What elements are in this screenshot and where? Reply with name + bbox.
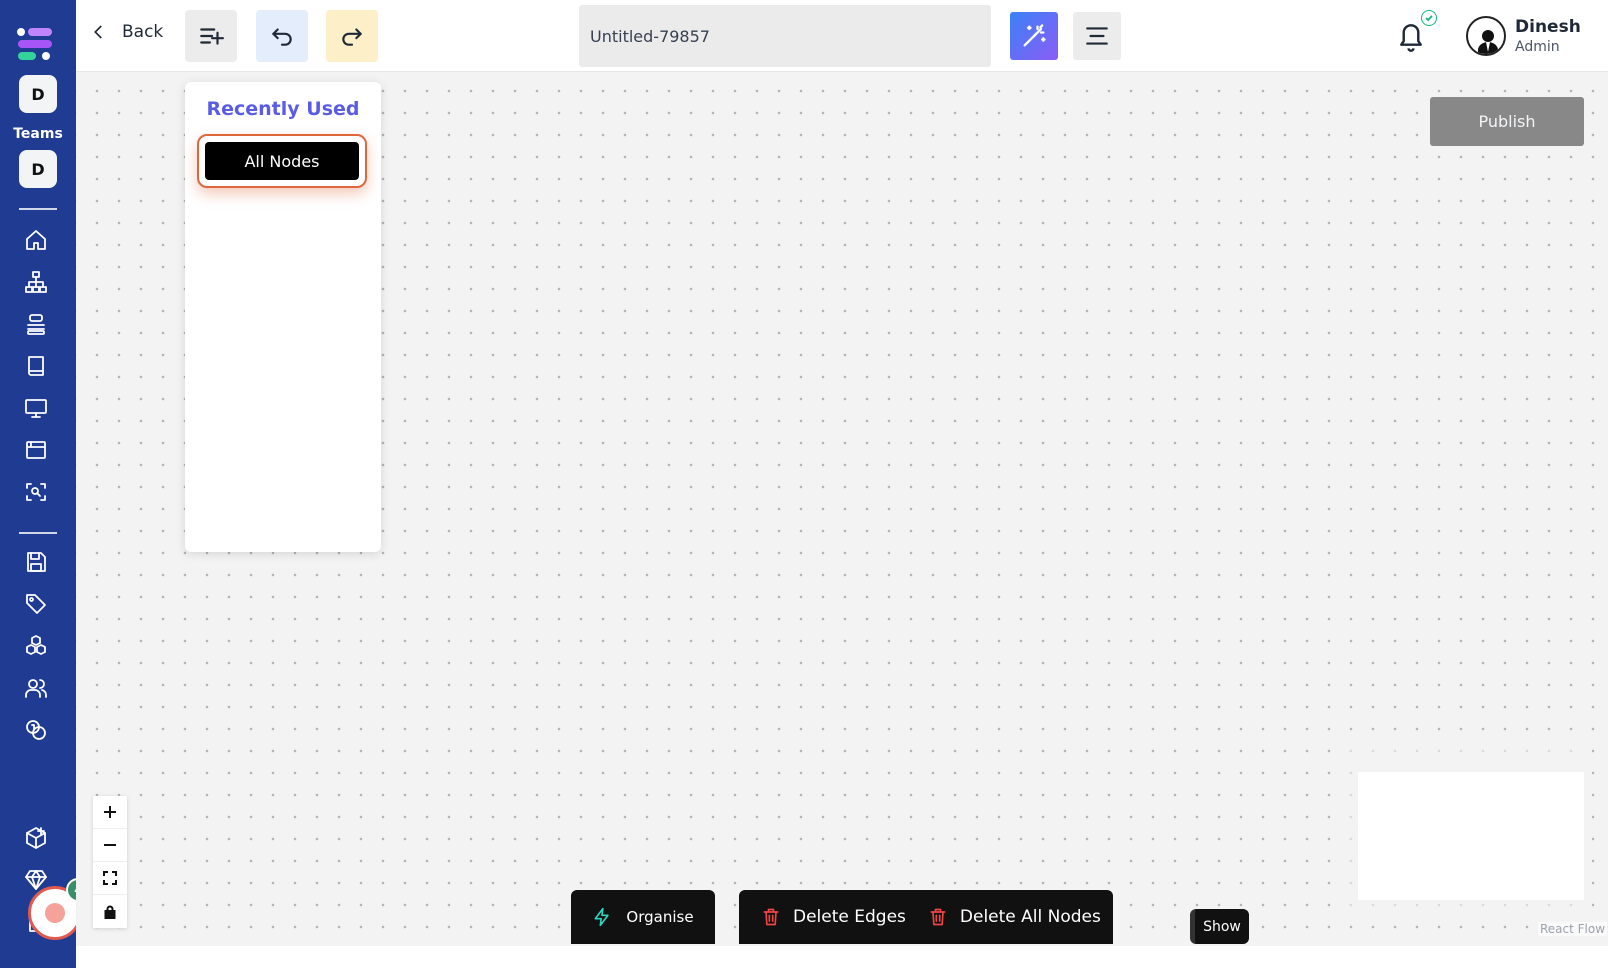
undo-icon xyxy=(272,28,292,46)
plus-icon xyxy=(104,806,116,818)
minimap[interactable] xyxy=(1358,772,1584,900)
redo-icon xyxy=(342,28,362,46)
node-picker-panel: Recently Used All Nodes xyxy=(185,82,381,552)
scan-search-icon[interactable] xyxy=(22,478,50,506)
publish-button[interactable]: Publish xyxy=(1430,97,1584,146)
undo-button[interactable] xyxy=(256,10,308,62)
back-label: Back xyxy=(122,22,164,42)
minus-icon xyxy=(104,844,116,846)
delete-edges-label: Delete Edges xyxy=(793,907,906,927)
notifications-button[interactable] xyxy=(1396,18,1426,54)
sitemap-icon[interactable] xyxy=(22,268,50,296)
user-silhouette-icon xyxy=(1478,30,1498,54)
home-icon[interactable] xyxy=(22,226,50,254)
delete-all-nodes-button[interactable]: Delete All Nodes xyxy=(928,907,1101,927)
bottom-strip xyxy=(76,946,1608,968)
tag-icon[interactable] xyxy=(22,590,50,618)
record-dot-icon xyxy=(45,903,65,923)
organise-button[interactable]: Organise xyxy=(571,890,715,944)
sidebar-divider xyxy=(19,208,57,210)
chevron-left-icon xyxy=(94,25,102,39)
zoom-in-button[interactable] xyxy=(93,796,127,829)
add-node-button[interactable] xyxy=(185,10,237,62)
ai-magic-button[interactable] xyxy=(1010,12,1058,60)
all-nodes-highlight: All Nodes xyxy=(197,134,367,188)
lightning-icon xyxy=(594,907,610,927)
zoom-out-button[interactable] xyxy=(93,829,127,862)
book-icon[interactable] xyxy=(22,352,50,380)
save-icon[interactable] xyxy=(22,548,50,576)
redo-button[interactable] xyxy=(326,10,378,62)
app-logo-icon[interactable] xyxy=(16,26,54,62)
users-icon[interactable] xyxy=(22,674,50,702)
avatar[interactable] xyxy=(1466,16,1506,56)
delete-actions: Delete Edges Delete All Nodes xyxy=(739,890,1113,944)
panel-title: Recently Used xyxy=(206,98,360,120)
workflow-title-input[interactable] xyxy=(579,5,991,67)
delete-edges-button[interactable]: Delete Edges xyxy=(761,907,906,927)
browser-icon[interactable] xyxy=(22,436,50,464)
stack-icon[interactable] xyxy=(22,310,50,338)
coins-icon[interactable] xyxy=(22,716,50,744)
zoom-controls xyxy=(93,796,127,928)
organise-label: Organise xyxy=(626,908,694,926)
align-center-icon xyxy=(1086,27,1108,45)
monitor-icon[interactable] xyxy=(22,394,50,422)
package-add-icon[interactable] xyxy=(22,824,50,852)
teams-label: Teams xyxy=(13,126,63,142)
fit-view-button[interactable] xyxy=(93,862,127,895)
fullscreen-icon xyxy=(103,871,117,885)
align-menu-button[interactable] xyxy=(1073,12,1121,60)
bell-icon xyxy=(1400,24,1422,52)
all-nodes-button[interactable]: All Nodes xyxy=(205,142,359,180)
delete-all-nodes-label: Delete All Nodes xyxy=(959,907,1101,927)
sidebar-divider xyxy=(19,532,57,534)
user-role: Admin xyxy=(1515,39,1560,55)
trash-icon xyxy=(763,908,779,926)
lock-icon xyxy=(104,905,116,919)
user-name: Dinesh xyxy=(1515,17,1581,37)
team-badge-secondary[interactable]: D xyxy=(19,150,57,188)
react-flow-attribution[interactable]: React Flow xyxy=(1538,922,1608,936)
sidebar: D Teams D xyxy=(0,0,76,968)
magic-wand-icon xyxy=(1023,24,1046,47)
back-button[interactable]: Back xyxy=(90,22,163,42)
cubes-icon[interactable] xyxy=(22,632,50,660)
list-plus-icon xyxy=(200,28,224,45)
top-bar: Back Dinesh Admin xyxy=(76,0,1608,72)
lock-button[interactable] xyxy=(93,895,127,928)
trash-icon xyxy=(930,908,946,926)
team-badge-primary[interactable]: D xyxy=(19,75,57,113)
check-circle-icon xyxy=(1421,10,1437,26)
show-button[interactable]: Show xyxy=(1190,909,1249,944)
